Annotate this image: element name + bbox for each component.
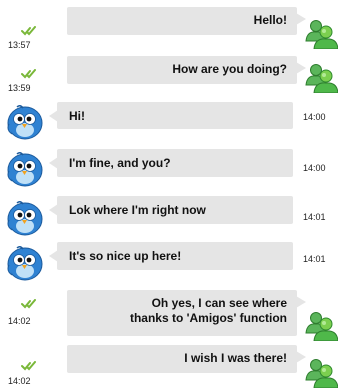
message-bubble[interactable]: Lok where I'm right now — [49, 196, 293, 224]
message-bubble[interactable]: I'm fine, and you? — [49, 149, 293, 177]
blue-bird-icon[interactable] — [6, 151, 44, 187]
message-time: 14:02 — [8, 376, 31, 386]
message-time: 14:01 — [303, 212, 326, 222]
message-text: Lok where I'm right now — [69, 203, 206, 217]
message-bubble[interactable]: I wish I was there! — [67, 345, 306, 373]
message-bubble[interactable]: Hello! — [67, 7, 306, 35]
message-time: 14:01 — [303, 254, 326, 264]
message-bubble[interactable]: Oh yes, I can see where thanks to 'Amigo… — [67, 290, 306, 336]
message-text-line: Oh yes, I can see where — [151, 296, 287, 310]
message-text: How are you doing? — [172, 62, 287, 76]
blue-bird-icon[interactable] — [6, 104, 44, 140]
msn-users-icon[interactable] — [304, 63, 338, 93]
message-bubble[interactable]: It's so nice up here! — [49, 242, 293, 270]
msn-users-icon[interactable] — [304, 311, 338, 341]
message-time: 14:02 — [8, 316, 31, 326]
message-text: I'm fine, and you? — [69, 156, 171, 170]
message-text: It's so nice up here! — [69, 249, 182, 263]
message-time: 14:00 — [303, 112, 326, 122]
message-text: I wish I was there! — [184, 351, 287, 365]
message-bubble[interactable]: Hi! — [49, 102, 293, 129]
blue-bird-icon[interactable] — [6, 200, 44, 236]
blue-bird-icon[interactable] — [6, 245, 44, 281]
message-time: 14:00 — [303, 163, 326, 173]
message-text: Hi! — [69, 109, 85, 123]
double-check-icon — [21, 26, 37, 36]
message-text: Hello! — [253, 13, 287, 27]
msn-users-icon[interactable] — [304, 19, 338, 49]
double-check-icon — [21, 299, 37, 309]
message-bubble[interactable]: How are you doing? — [67, 56, 306, 84]
chat-conversation: 13:57 Hello! 13:59 How are you doing? Hi… — [0, 0, 339, 392]
message-text-line: thanks to 'Amigos' function — [129, 311, 287, 325]
message-time: 13:59 — [8, 83, 31, 93]
message-time: 13:57 — [8, 40, 31, 50]
double-check-icon — [21, 69, 37, 79]
double-check-icon — [21, 361, 37, 371]
msn-users-icon[interactable] — [304, 358, 338, 388]
